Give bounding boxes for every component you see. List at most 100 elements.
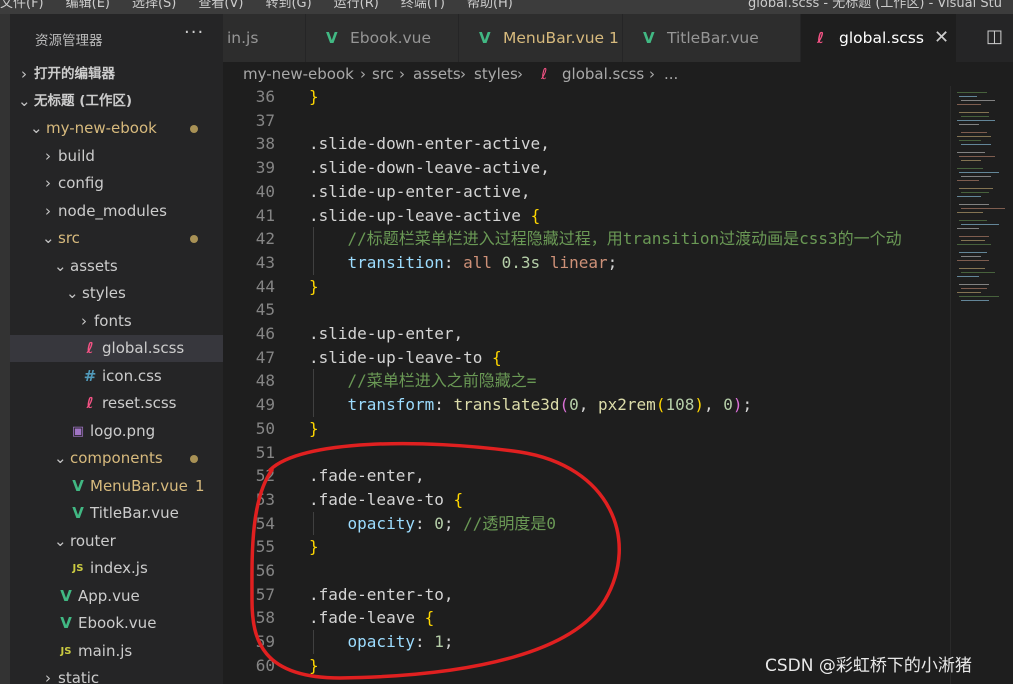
code-line[interactable]: 42 //标题栏菜单栏进入过程隐藏过程，用transition过渡动画是css3… — [223, 227, 950, 251]
close-icon[interactable]: ✕ — [934, 14, 949, 62]
code-line[interactable]: 45 — [223, 298, 950, 322]
folder-row[interactable]: › build — [10, 143, 223, 170]
file-row[interactable]: ▣ logo.png — [10, 418, 223, 445]
file-row[interactable]: ℓ global.scss — [10, 335, 223, 362]
breadcrumb-item[interactable]: src — [372, 62, 394, 86]
chevron-down-icon[interactable]: ⌄ — [66, 280, 79, 307]
folder-row[interactable]: ⌄ components — [10, 445, 223, 472]
breadcrumb-item[interactable]: assets — [413, 62, 461, 86]
code-line[interactable]: 39 .slide-down-leave-active, — [223, 156, 950, 180]
folder-row[interactable]: ⌄ src — [10, 225, 223, 252]
code-line[interactable]: 46 .slide-up-enter, — [223, 322, 950, 346]
code-text: } — [309, 275, 319, 299]
code-line[interactable]: 44} — [223, 275, 950, 299]
code-editor[interactable]: 36} 37 38 .slide-down-enter-active, 39 .slide… — [223, 86, 950, 684]
folder-row[interactable]: › node_modules — [10, 198, 223, 225]
code-text: transform: translate3d(0, px2rem(108), 0… — [309, 393, 753, 417]
chevron-right-icon[interactable]: › — [42, 665, 54, 684]
menu-item[interactable]: 帮助(H) — [467, 0, 513, 11]
breadcrumb-item[interactable]: my-new-ebook — [243, 62, 354, 86]
editor-tab[interactable]: ℓ global.scss ✕ — [801, 14, 957, 62]
scss-icon: ℓ — [817, 29, 825, 47]
folder-row[interactable]: ⌄ assets — [10, 253, 223, 280]
file-row[interactable]: V TitleBar.vue — [10, 500, 223, 527]
line-number: 42 — [255, 229, 275, 249]
chevron-right-icon[interactable]: › — [18, 61, 30, 88]
chevron-right-icon: › — [460, 65, 466, 83]
tree-label: logo.png — [90, 422, 156, 440]
chevron-right-icon[interactable]: › — [42, 170, 54, 197]
code-line[interactable]: 54 opacity: 0; //透明度是0 — [223, 511, 950, 536]
file-row[interactable]: ℓ reset.scss — [10, 390, 223, 417]
folder-row[interactable]: ⌄ my-new-ebook — [10, 115, 223, 142]
code-line[interactable]: 57 .fade-enter-to, — [223, 583, 950, 607]
file-row[interactable]: # icon.css — [10, 363, 223, 390]
minimap-line — [961, 300, 989, 301]
code-line[interactable]: 56 — [223, 559, 950, 583]
code-line[interactable]: 37 — [223, 109, 950, 133]
breadcrumb-item[interactable]: global.scss — [562, 62, 644, 86]
minimap-line — [957, 180, 979, 181]
folder-row[interactable]: ⌄ router — [10, 528, 223, 555]
menu-item[interactable]: 运行(R) — [334, 0, 379, 11]
file-row[interactable]: V App.vue — [10, 583, 223, 610]
chevron-down-icon[interactable]: ⌄ — [54, 445, 67, 472]
menu-item[interactable]: 终端(T) — [401, 0, 445, 11]
code-line[interactable]: 55} — [223, 535, 950, 559]
file-row[interactable]: JS main.js — [10, 638, 223, 665]
folder-row[interactable]: ⌄ styles — [10, 280, 223, 307]
chevron-down-icon[interactable]: ⌄ — [30, 115, 43, 142]
more-actions-icon[interactable]: ··· — [184, 22, 204, 43]
folder-row[interactable]: ⌄ 无标题 (工作区) — [10, 88, 223, 115]
code-token: } — [309, 276, 319, 296]
code-line[interactable]: 43 transition: all 0.3s linear; — [223, 250, 950, 275]
code-line[interactable]: 48 //菜单栏进入之前隐藏之= — [223, 369, 950, 394]
code-line[interactable]: 40 .slide-up-enter-active, — [223, 180, 950, 204]
code-line[interactable]: 52 .fade-enter, — [223, 464, 950, 488]
code-token: 0 — [434, 513, 444, 533]
code-text: .slide-up-enter-active, — [309, 180, 531, 204]
folder-row[interactable]: › static — [10, 665, 223, 684]
file-row[interactable]: V Ebook.vue — [10, 610, 223, 637]
minimap[interactable] — [950, 86, 1013, 684]
file-row[interactable]: JS index.js — [10, 555, 223, 582]
vue-icon: V — [60, 614, 72, 632]
chevron-right-icon[interactable]: › — [42, 143, 54, 170]
code-line[interactable]: 53 .fade-leave-to { — [223, 488, 950, 512]
code-line[interactable]: 49 transform: translate3d(0, px2rem(108)… — [223, 393, 950, 417]
code-line[interactable]: 50} — [223, 417, 950, 441]
split-editor-icon[interactable]: ◫ — [976, 14, 1013, 62]
folder-row[interactable]: › 打开的编辑器 — [10, 61, 223, 88]
code-line[interactable]: 58 .fade-leave { — [223, 606, 950, 630]
menu-item[interactable]: 选择(S) — [132, 0, 176, 11]
code-line[interactable]: 51 — [223, 441, 950, 465]
chevron-down-icon[interactable]: ⌄ — [18, 88, 31, 115]
line-number: 56 — [255, 561, 275, 580]
menu-item[interactable]: 文件(F) — [0, 0, 44, 11]
modified-dot — [190, 235, 198, 243]
chevron-down-icon[interactable]: ⌄ — [54, 528, 67, 555]
chevron-right-icon[interactable]: › — [78, 308, 90, 335]
file-row[interactable]: V MenuBar.vue 1 — [10, 473, 223, 500]
code-line[interactable]: 47 .slide-up-leave-to { — [223, 346, 950, 370]
breadcrumb-item[interactable]: styles — [474, 62, 518, 86]
chevron-down-icon[interactable]: ⌄ — [42, 225, 55, 252]
scss-icon[interactable]: ℓ — [541, 62, 547, 86]
folder-row[interactable]: › config — [10, 170, 223, 197]
editor-tab[interactable]: V Ebook.vue — [306, 14, 459, 62]
chevron-down-icon[interactable]: ⌄ — [54, 253, 67, 280]
menu-item[interactable]: 转到(G) — [265, 0, 311, 11]
code-token: //标题栏菜单栏进入过程隐藏过程，用transition过渡动画是css3的一个… — [309, 229, 902, 249]
code-line[interactable]: 41 .slide-up-leave-active { — [223, 204, 950, 228]
menu-item[interactable]: 查看(V) — [198, 0, 243, 11]
code-line[interactable]: 36} — [223, 86, 950, 109]
menu-item[interactable]: 编辑(E) — [66, 0, 110, 11]
editor-tab[interactable]: V TitleBar.vue — [623, 14, 801, 62]
chevron-right-icon[interactable]: › — [42, 198, 54, 225]
editor-tab[interactable]: V MenuBar.vue 1 — [459, 14, 623, 62]
line-number: 59 — [255, 632, 275, 652]
editor-tab[interactable]: in.js — [223, 14, 306, 62]
folder-row[interactable]: › fonts — [10, 308, 223, 335]
breadcrumb-item[interactable]: ... — [664, 62, 678, 86]
code-line[interactable]: 38 .slide-down-enter-active, — [223, 132, 950, 156]
